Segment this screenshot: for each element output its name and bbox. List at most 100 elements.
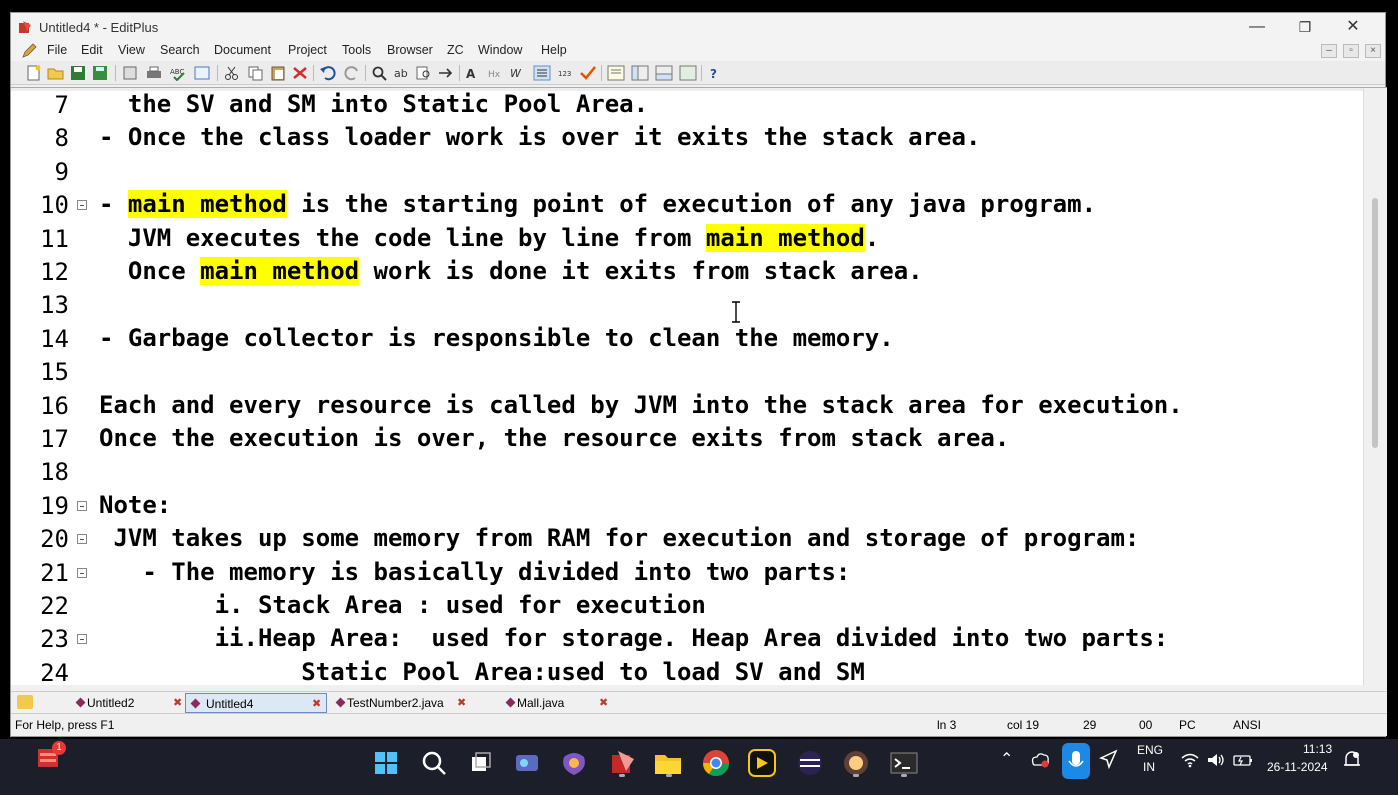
- menu-project[interactable]: Project: [288, 43, 327, 57]
- copilot-icon[interactable]: [558, 747, 590, 779]
- code-line[interactable]: ii.Heap Area: used for storage. Heap Are…: [99, 622, 1169, 655]
- clock-time[interactable]: 11:13: [1303, 742, 1332, 756]
- location-icon[interactable]: [1098, 749, 1118, 769]
- goto-line-icon[interactable]: [437, 65, 455, 81]
- new-file-icon[interactable]: [25, 65, 43, 81]
- mdi-close-icon[interactable]: ×: [1365, 44, 1381, 58]
- paste-icon[interactable]: [269, 65, 287, 81]
- fold-toggle-icon[interactable]: [77, 567, 87, 578]
- print-icon[interactable]: [145, 65, 163, 81]
- output-window-icon[interactable]: [655, 65, 673, 81]
- fold-toggle-icon[interactable]: [77, 200, 87, 211]
- delete-icon[interactable]: [291, 65, 309, 81]
- compass-app-icon[interactable]: [746, 747, 778, 779]
- code-line[interactable]: - Garbage collector is responsible to cl…: [99, 322, 894, 355]
- editor-pane[interactable]: 7 the SV and SM into Static Pool Area. 8 -…: [11, 87, 1387, 686]
- menu-tools[interactable]: Tools: [342, 43, 371, 57]
- find-icon[interactable]: [371, 65, 389, 81]
- hex-view-icon[interactable]: Hx: [487, 65, 505, 81]
- volume-icon[interactable]: [1206, 751, 1226, 769]
- fold-toggle-icon[interactable]: [77, 634, 87, 645]
- directory-window-icon[interactable]: [631, 65, 649, 81]
- column-select-icon[interactable]: 123: [557, 65, 575, 81]
- code-line[interactable]: Each and every resource is called by JVM…: [99, 389, 1183, 422]
- menu-edit[interactable]: Edit: [81, 43, 103, 57]
- code-line[interactable]: - main method is the starting point of e…: [99, 188, 1096, 221]
- browser-icon[interactable]: [193, 65, 211, 81]
- folder-icon[interactable]: [17, 695, 33, 709]
- undo-icon[interactable]: [319, 65, 337, 81]
- tab-mall-java[interactable]: Mall.java ✖: [505, 693, 615, 713]
- menu-search[interactable]: Search: [160, 43, 200, 57]
- line-number-gutter: 14: [11, 322, 93, 355]
- wifi-icon[interactable]: [1180, 751, 1200, 769]
- document-selector-icon[interactable]: [607, 65, 625, 81]
- clock-date[interactable]: 26-11-2024: [1267, 760, 1328, 774]
- fullscreen-icon[interactable]: [679, 65, 697, 81]
- find-in-files-icon[interactable]: [415, 65, 433, 81]
- code-line[interactable]: Once the execution is over, the resource…: [99, 422, 1009, 455]
- menu-window[interactable]: Window: [478, 43, 522, 57]
- language-top[interactable]: ENG: [1137, 743, 1163, 757]
- menu-view[interactable]: View: [118, 43, 145, 57]
- code-line[interactable]: Note:: [99, 489, 171, 522]
- search-icon[interactable]: [418, 747, 450, 779]
- mdi-restore-icon[interactable]: ▫: [1343, 44, 1359, 58]
- tab-untitled2[interactable]: Untitled2 ✖: [75, 693, 185, 713]
- redo-icon[interactable]: [343, 65, 361, 81]
- help-icon[interactable]: ?: [707, 65, 725, 81]
- code-line[interactable]: JVM takes up some memory from RAM for ex…: [99, 522, 1139, 555]
- print-preview-icon[interactable]: [121, 65, 139, 81]
- code-line[interactable]: Static Pool Area:used to load SV and SM: [99, 656, 865, 686]
- open-file-icon[interactable]: [47, 65, 65, 81]
- close-button[interactable]: ✕: [1341, 17, 1365, 37]
- minimize-button[interactable]: —: [1245, 17, 1269, 37]
- task-view-icon[interactable]: [464, 747, 496, 779]
- tab-untitled4[interactable]: Untitled4 ✖: [185, 693, 327, 713]
- line-number-icon[interactable]: [533, 65, 551, 81]
- chrome-icon[interactable]: [700, 747, 732, 779]
- windows-start-icon[interactable]: [370, 747, 402, 779]
- font-icon[interactable]: A: [465, 65, 483, 81]
- code-line[interactable]: i. Stack Area : used for execution: [99, 589, 706, 622]
- code-line[interactable]: - The memory is basically divided into t…: [99, 556, 850, 589]
- fold-toggle-icon[interactable]: [77, 500, 87, 511]
- code-line[interactable]: Once main method work is done it exits f…: [99, 255, 923, 288]
- tab-close-icon[interactable]: ✖: [599, 696, 608, 709]
- copy-icon[interactable]: [247, 65, 265, 81]
- show-hidden-icons-icon[interactable]: ⌃: [1000, 749, 1013, 769]
- tab-close-icon[interactable]: ✖: [312, 697, 321, 710]
- fold-toggle-icon[interactable]: [77, 534, 87, 545]
- scrollbar-thumb[interactable]: [1372, 198, 1378, 448]
- save-all-icon[interactable]: [91, 65, 109, 81]
- menu-help[interactable]: Help: [541, 43, 567, 57]
- menu-browser[interactable]: Browser: [387, 43, 433, 57]
- notifications-icon[interactable]: [1342, 749, 1362, 771]
- cut-icon[interactable]: [223, 65, 241, 81]
- microphone-button[interactable]: [1062, 743, 1090, 779]
- menu-file[interactable]: File: [47, 43, 67, 57]
- language-bottom[interactable]: IN: [1143, 760, 1155, 774]
- onedrive-icon[interactable]: [1030, 751, 1050, 769]
- code-line[interactable]: the SV and SM into Static Pool Area.: [99, 88, 648, 121]
- replace-icon[interactable]: ab: [393, 65, 411, 81]
- chat-app-icon[interactable]: [512, 747, 544, 779]
- menu-document[interactable]: Document: [214, 43, 271, 57]
- code-line[interactable]: - Once the class loader work is over it …: [99, 121, 980, 154]
- check-icon[interactable]: [579, 65, 597, 81]
- code-area[interactable]: 7 the SV and SM into Static Pool Area. 8 -…: [11, 88, 1363, 686]
- mdi-minimize-icon[interactable]: –: [1321, 44, 1337, 58]
- spell-check-icon[interactable]: ABC: [169, 65, 187, 81]
- menu-zc[interactable]: ZC: [447, 43, 464, 57]
- restore-button[interactable]: ❐: [1293, 17, 1317, 37]
- save-icon[interactable]: [69, 65, 87, 81]
- tab-close-icon[interactable]: ✖: [457, 696, 466, 709]
- books-app-icon[interactable]: 1: [36, 741, 66, 771]
- tab-close-icon[interactable]: ✖: [173, 696, 182, 709]
- vertical-scrollbar[interactable]: [1363, 88, 1387, 686]
- battery-icon[interactable]: [1232, 751, 1254, 769]
- eclipse-icon[interactable]: [794, 747, 826, 779]
- tab-testnumber2-java[interactable]: TestNumber2.java ✖: [335, 693, 471, 713]
- code-line[interactable]: JVM executes the code line by line from …: [99, 222, 879, 255]
- word-wrap-icon[interactable]: W: [509, 65, 527, 81]
